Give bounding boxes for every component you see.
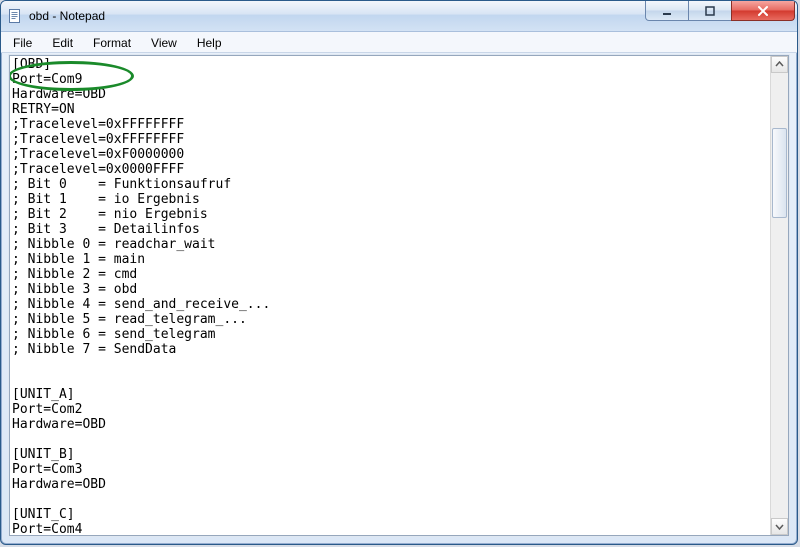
scroll-thumb[interactable] [772,128,787,218]
titlebar[interactable]: obd - Notepad [1,1,797,32]
menubar: File Edit Format View Help [1,32,797,53]
close-button[interactable] [731,1,795,21]
chevron-down-icon [775,522,784,531]
scroll-up-button[interactable] [771,56,788,73]
notepad-icon [7,8,23,24]
menu-view[interactable]: View [141,32,187,52]
scroll-track[interactable] [771,73,788,518]
close-icon [756,5,770,17]
vertical-scrollbar[interactable] [770,56,788,535]
window-title: obd - Notepad [29,9,105,23]
menu-edit[interactable]: Edit [42,32,83,52]
maximize-button[interactable] [688,1,732,21]
text-editor[interactable]: [OBD] Port=Com9 Hardware=OBD RETRY=ON ;T… [10,56,770,535]
notepad-window: obd - Notepad File Edit Format [0,0,798,545]
menu-file[interactable]: File [3,32,42,52]
client-area: [OBD] Port=Com9 Hardware=OBD RETRY=ON ;T… [9,55,789,536]
maximize-icon [704,5,716,17]
caption-buttons [646,1,795,21]
menu-help[interactable]: Help [187,32,232,52]
chevron-up-icon [775,60,784,69]
menu-format[interactable]: Format [83,32,141,52]
scroll-down-button[interactable] [771,518,788,535]
minimize-button[interactable] [645,1,689,21]
minimize-icon [661,5,673,17]
